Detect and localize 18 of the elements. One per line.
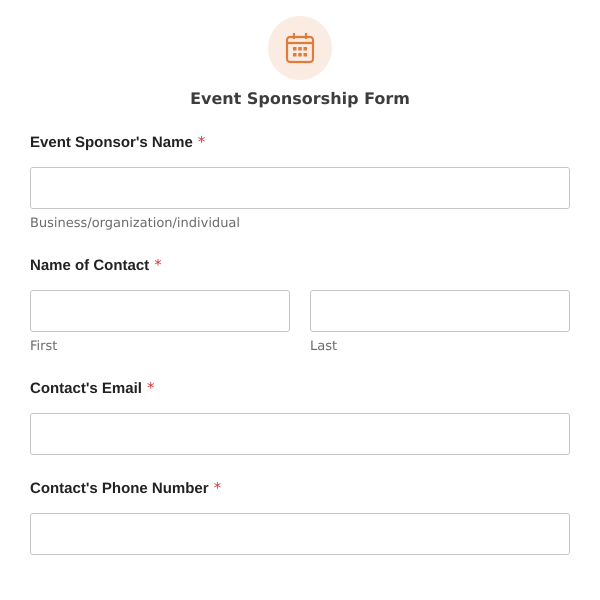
field-sublabel: Last xyxy=(310,339,338,355)
input-field[interactable] xyxy=(310,290,570,332)
input-field[interactable] xyxy=(30,513,570,555)
input-field[interactable] xyxy=(30,167,570,209)
field-label: Name of Contact xyxy=(30,256,150,276)
calendar-icon xyxy=(285,32,315,64)
field-label: Contact's Email xyxy=(30,379,142,399)
field-label: Contact's Phone Number xyxy=(30,479,209,499)
field-label: Event Sponsor's Name xyxy=(30,133,193,153)
input-field[interactable] xyxy=(30,413,570,455)
required-mark: * xyxy=(214,478,222,498)
input-field[interactable] xyxy=(30,290,290,332)
required-mark: * xyxy=(154,255,162,275)
field-sublabel: Business/organization/individual xyxy=(30,216,242,232)
required-mark: * xyxy=(146,378,154,398)
required-mark: * xyxy=(198,132,206,152)
field-sublabel: First xyxy=(30,339,58,355)
form-title: Event Sponsorship Form xyxy=(190,89,410,109)
